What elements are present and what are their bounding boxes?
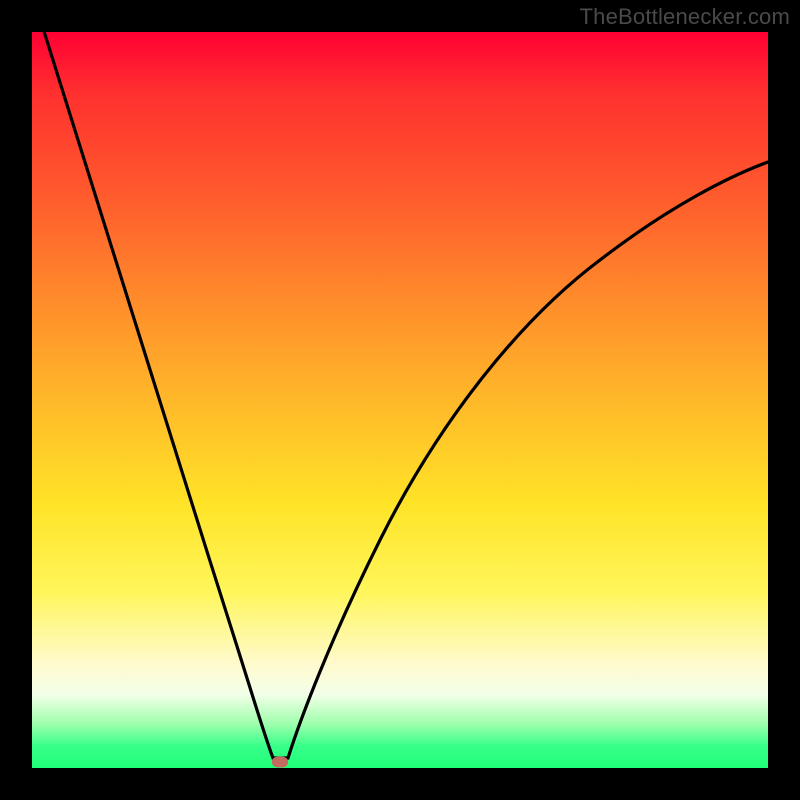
chart-canvas: TheBottlenecker.com: [0, 0, 800, 800]
current-config-marker: [272, 757, 288, 768]
bottleneck-curve: [0, 0, 800, 800]
watermark-text: TheBottlenecker.com: [580, 4, 790, 30]
